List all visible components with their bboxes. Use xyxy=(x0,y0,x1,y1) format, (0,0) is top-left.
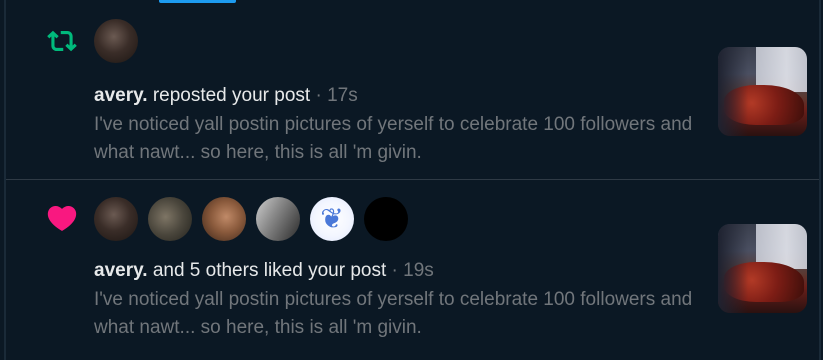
avatar[interactable]: ❦ xyxy=(310,197,354,241)
action-text: reposted your post xyxy=(152,85,311,106)
notification-item-repost[interactable]: avery. reposted your post · 17s I've not… xyxy=(6,3,819,179)
notification-item-like[interactable]: ❦ avery. and 5 others liked your post · … xyxy=(6,180,819,360)
notification-text: avery. reposted your post · 17s I've not… xyxy=(94,83,694,167)
avatar[interactable] xyxy=(256,197,300,241)
avatar[interactable] xyxy=(202,197,246,241)
thumbnail-shadow-shape xyxy=(718,224,748,313)
action-text: and 5 others liked your post xyxy=(152,260,387,281)
timestamp[interactable]: 19s xyxy=(403,260,434,281)
separator-dot: · xyxy=(315,85,322,106)
post-preview-text: I've noticed yall postin pictures of yer… xyxy=(94,289,693,338)
timestamp[interactable]: 17s xyxy=(327,85,358,106)
thumbnail-shadow-shape xyxy=(718,47,748,136)
avatar-row: ❦ xyxy=(94,197,408,241)
user-name-link[interactable]: avery. xyxy=(94,85,148,106)
avatar[interactable] xyxy=(94,19,138,63)
heart-icon xyxy=(42,198,82,238)
repost-icon xyxy=(42,21,82,61)
separator-dot: · xyxy=(391,260,398,281)
right-border xyxy=(819,0,821,360)
notification-headline: avery. and 5 others liked your post · 19… xyxy=(94,258,694,284)
user-name-link[interactable]: avery. xyxy=(94,260,148,281)
notification-headline: avery. reposted your post · 17s xyxy=(94,83,694,109)
avatar-row xyxy=(94,19,138,63)
post-preview-text: I've noticed yall postin pictures of yer… xyxy=(94,114,693,163)
avatar[interactable] xyxy=(364,197,408,241)
notification-text: avery. and 5 others liked your post · 19… xyxy=(94,258,694,342)
post-thumbnail[interactable] xyxy=(718,47,807,136)
avatar[interactable] xyxy=(148,197,192,241)
avatar[interactable] xyxy=(94,197,138,241)
dragon-icon: ❦ xyxy=(320,203,344,234)
post-thumbnail[interactable] xyxy=(718,224,807,313)
